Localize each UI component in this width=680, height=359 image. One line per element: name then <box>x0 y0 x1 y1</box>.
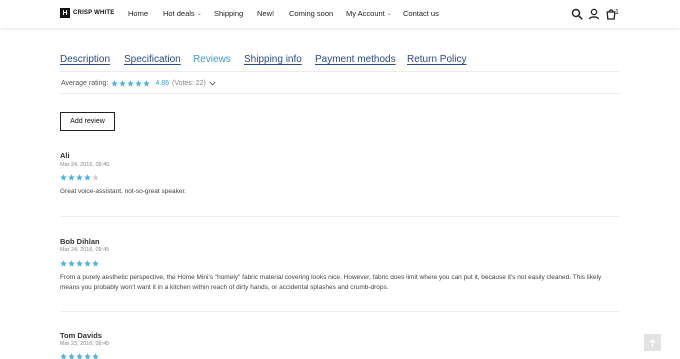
review-author: Bob Dihlan <box>60 237 100 246</box>
nav-item-my-account[interactable]: My Account ⌄ <box>346 9 392 18</box>
average-rating-stars <box>111 80 151 87</box>
star-filled-icon <box>135 80 143 87</box>
tab-reviews[interactable]: Reviews <box>193 54 231 65</box>
review-author: Ali <box>60 151 70 160</box>
arrow-up-icon <box>649 338 656 346</box>
nav-item-label: Shipping <box>214 9 244 18</box>
review-date: Mar 24, 2016, 09:45 <box>60 247 110 253</box>
average-rating: Average rating: 4.86 (Votes: 22) <box>61 80 216 87</box>
star-filled-icon <box>92 260 99 267</box>
nav-item-label: New! <box>257 9 275 18</box>
nav-item-label: Home <box>128 9 149 18</box>
tab-description[interactable]: Description <box>60 54 110 65</box>
logo[interactable]: H CRISP WHITE <box>60 8 114 18</box>
add-review-button[interactable]: Add review <box>60 112 115 131</box>
tab-shipping-info[interactable]: Shipping info <box>244 54 302 65</box>
star-filled-icon <box>111 80 119 87</box>
star-filled-icon <box>60 353 67 359</box>
nav-item-home[interactable]: Home <box>128 9 148 18</box>
review-date: Mar 23, 2016, 09:45 <box>60 341 110 347</box>
star-filled-icon <box>119 80 127 87</box>
review-author: Tom Davids <box>60 331 102 340</box>
star-filled-icon <box>68 353 75 359</box>
star-filled-icon <box>60 174 67 181</box>
top-navigation-bar: H CRISP WHITE Home Hot deals ⌄ Shipping … <box>0 0 680 28</box>
review-stars <box>60 260 99 267</box>
back-to-top-button[interactable] <box>644 334 661 351</box>
review-date: Mar 24, 2016, 09:45 <box>60 162 110 168</box>
star-filled-icon <box>92 353 99 359</box>
cart-count-badge[interactable]: 1 <box>615 9 619 16</box>
star-filled-icon <box>84 260 91 267</box>
chevron-down-icon[interactable] <box>209 81 216 86</box>
chevron-down-icon: ⌄ <box>196 11 202 17</box>
divider <box>60 311 620 312</box>
logo-text: CRISP WHITE <box>73 10 115 16</box>
review-stars <box>60 353 99 359</box>
nav-item-label: Hot deals <box>163 9 195 18</box>
star-filled-icon <box>76 353 83 359</box>
star-filled-icon <box>68 174 75 181</box>
star-filled-icon <box>127 80 135 87</box>
nav-item-coming-soon[interactable]: Coming soon <box>289 9 333 18</box>
votes-count[interactable]: (Votes: 22) <box>172 80 206 87</box>
nav-item-label: Coming soon <box>289 9 334 18</box>
nav-item-label: My Account <box>346 9 385 18</box>
divider <box>60 93 620 94</box>
nav-item-hot-deals[interactable]: Hot deals ⌄ <box>163 9 202 18</box>
star-filled-icon <box>84 353 91 359</box>
logo-mark: H <box>60 8 70 18</box>
tabs-divider <box>60 71 620 72</box>
star-filled-icon <box>68 260 75 267</box>
nav-item-contact-us[interactable]: Contact us <box>403 9 439 18</box>
tab-return-policy[interactable]: Return Policy <box>407 54 466 65</box>
search-icon[interactable] <box>571 8 583 20</box>
average-rating-value: 4.86 <box>155 80 169 87</box>
nav-item-shipping[interactable]: Shipping <box>214 9 243 18</box>
review-text: From a purely aesthetic perspective, the… <box>60 274 602 291</box>
nav-item-new[interactable]: New! <box>257 9 274 18</box>
star-filled-icon <box>84 174 91 181</box>
nav-item-label: Contact us <box>403 9 439 18</box>
divider <box>60 216 620 217</box>
star-filled-icon <box>76 174 83 181</box>
star-filled-icon <box>76 260 83 267</box>
chevron-down-icon: ⌄ <box>386 11 392 17</box>
star-filled-icon <box>143 80 151 87</box>
user-icon[interactable] <box>588 8 600 20</box>
review-stars <box>60 174 99 181</box>
review-text: Great voice-assistant, not-so-great spea… <box>60 188 187 195</box>
star-empty-icon <box>92 174 99 181</box>
tab-payment-methods[interactable]: Payment methods <box>315 54 396 65</box>
average-rating-label: Average rating: <box>61 80 109 87</box>
tab-specification[interactable]: Specification <box>124 54 181 65</box>
star-filled-icon <box>60 260 67 267</box>
